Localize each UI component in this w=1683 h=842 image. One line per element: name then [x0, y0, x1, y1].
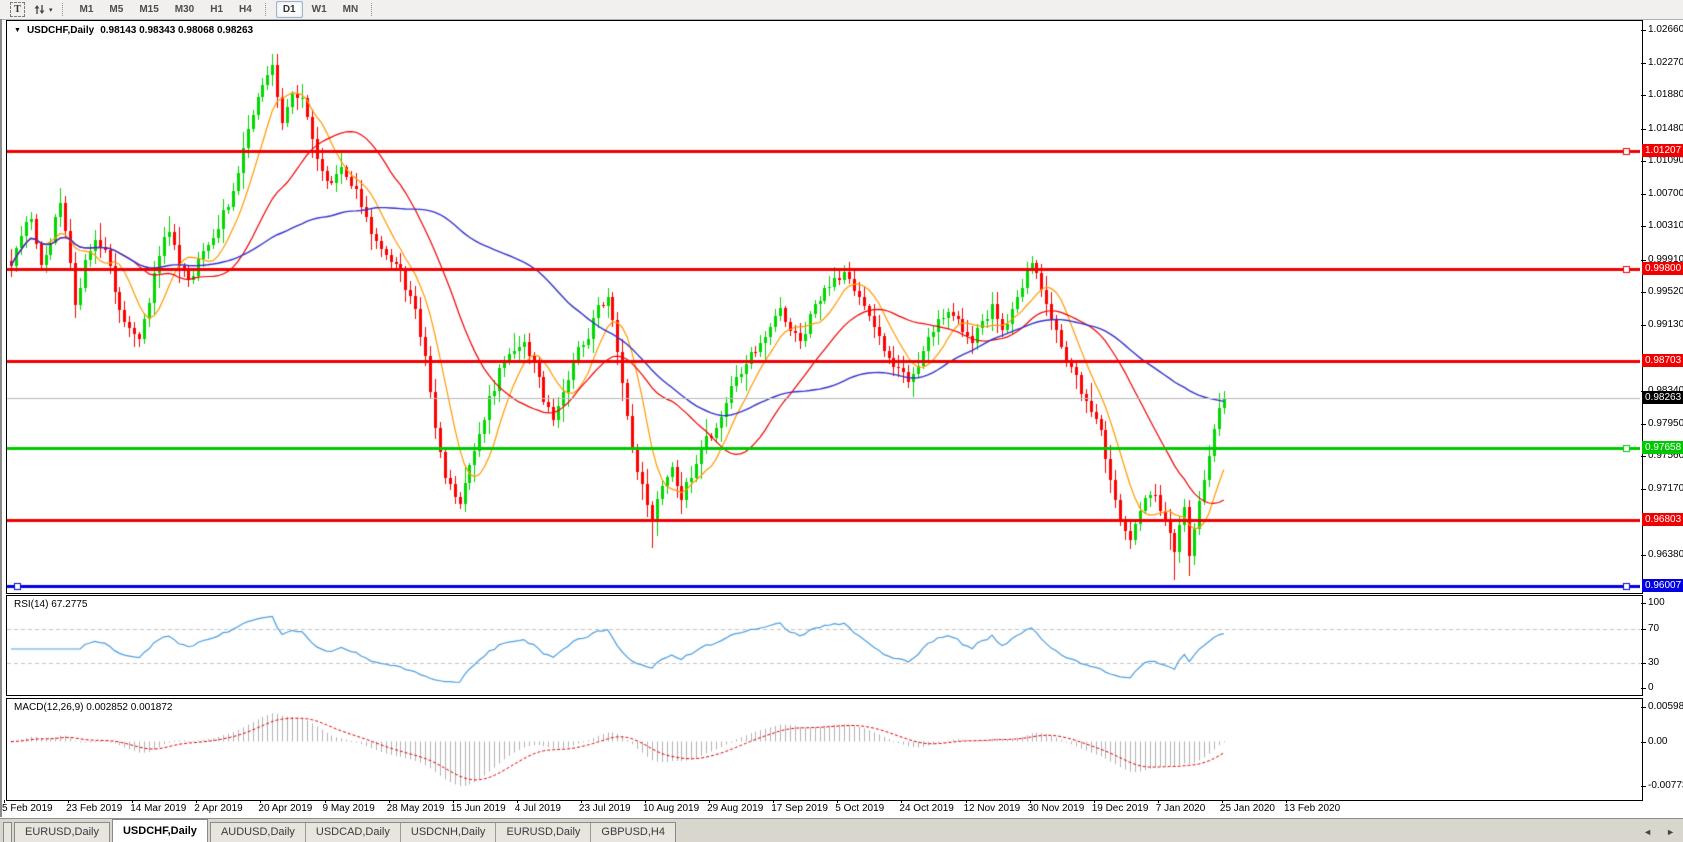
- date-tick-mark: [4, 800, 5, 803]
- timeframe-button-h4[interactable]: H4: [232, 1, 259, 18]
- arrows-tool-button[interactable]: ▾: [29, 1, 57, 18]
- text-tool-icon: T: [10, 2, 25, 17]
- date-tick-label: 2 Apr 2019: [194, 803, 243, 814]
- tab-group: USDCHF,Daily: [111, 819, 208, 842]
- macd-tick-label: -0.007733: [1648, 780, 1683, 791]
- date-tick-label: 17 Sep 2019: [771, 803, 828, 814]
- price-flag-0.98703[interactable]: 0.98703: [1642, 354, 1683, 367]
- price-flag-0.99800[interactable]: 0.99800: [1642, 262, 1683, 275]
- timeframe-button-m5[interactable]: M5: [102, 1, 130, 18]
- window-left-edge: [0, 19, 2, 817]
- chart-ohlc-values: 0.98143 0.98343 0.98068 0.98263: [100, 25, 254, 36]
- timeframe-button-m30[interactable]: M30: [168, 1, 201, 18]
- chart-title: ▼ USDCHF,Daily 0.98143 0.98343 0.98068 0…: [14, 25, 253, 36]
- timeframe-button-mn[interactable]: MN: [336, 1, 366, 18]
- chart-tab-bar: EURUSD,Daily USDCHF,Daily AUDUSD,Daily USDC…: [0, 818, 1683, 842]
- date-tick-label: 4 Jul 2019: [514, 803, 561, 814]
- price-tick-label: 1.01880: [1648, 89, 1683, 100]
- price-tick-label: 1.00310: [1648, 220, 1683, 231]
- macd-panel: MACD(12,26,9) 0.002852 0.001872: [6, 698, 1643, 801]
- price-tick-label: 0.99520: [1648, 286, 1683, 297]
- timeframe-button-w1[interactable]: W1: [305, 1, 334, 18]
- price-tick-label: 0.96380: [1648, 549, 1683, 560]
- rsi-tick-label: 30: [1648, 657, 1660, 668]
- price-flag-0.97658[interactable]: 0.97658: [1642, 441, 1683, 454]
- macd-tick-label: 0.005986: [1648, 701, 1683, 712]
- timeframe-buttons: M1 M5 M15 M30 H1 H4 D1 W1 MN: [72, 0, 382, 19]
- text-tool-button[interactable]: T: [6, 1, 29, 18]
- price-chart-canvas[interactable]: [7, 21, 1640, 591]
- date-tick-label: 19 Dec 2019: [1091, 803, 1149, 814]
- date-tick-label: 29 Aug 2019: [707, 803, 764, 814]
- date-tick-label: 5 Feb 2019: [2, 803, 53, 814]
- tab-scroll-right-icon[interactable]: ►: [1666, 827, 1675, 837]
- chart-tab-usdcad-daily[interactable]: USDCAD,Daily: [304, 823, 400, 842]
- date-tick-label: 5 Oct 2019: [835, 803, 885, 814]
- date-tick-label: 30 Nov 2019: [1027, 803, 1085, 814]
- timeframe-button-h1[interactable]: H1: [203, 1, 230, 18]
- chevron-down-icon: ▾: [49, 6, 53, 14]
- chart-tab-eurusd-daily[interactable]: EURUSD,Daily: [15, 823, 109, 842]
- chart-tab-gbpusd-h4[interactable]: GBPUSD,H4: [590, 823, 675, 842]
- toolbar-separator: [61, 3, 67, 16]
- price-tick-label: 1.01480: [1648, 123, 1683, 134]
- date-tick-label: 7 Jan 2020: [1155, 803, 1206, 814]
- rsi-tick-label: 0: [1648, 682, 1654, 693]
- arrows-icon: [34, 5, 45, 14]
- date-tick-label: 25 Jan 2020: [1219, 803, 1275, 814]
- price-tick-label: 1.00700: [1648, 188, 1683, 199]
- date-tick-label: 28 May 2019: [386, 803, 445, 814]
- symbol-menu-arrow-icon[interactable]: ▼: [14, 27, 21, 34]
- date-tick-label: 23 Feb 2019: [66, 803, 123, 814]
- price-tick-label: 1.02270: [1648, 57, 1683, 68]
- date-tick-label: 12 Nov 2019: [963, 803, 1021, 814]
- price-flag-0.98263: 0.98263: [1642, 391, 1683, 404]
- date-tick-label: 15 Jun 2019: [450, 803, 506, 814]
- price-flag-1.01207[interactable]: 1.01207: [1642, 144, 1683, 157]
- price-tick-label: 0.97950: [1648, 418, 1683, 429]
- rsi-canvas[interactable]: [7, 596, 1640, 693]
- chart-tab-eurusd-daily[interactable]: EURUSD,Daily: [495, 823, 590, 842]
- rsi-tick-label: 70: [1648, 623, 1660, 634]
- date-tick-label: 9 May 2019: [322, 803, 375, 814]
- main-chart-panel: ▼ USDCHF,Daily 0.98143 0.98343 0.98068 0…: [6, 20, 1643, 594]
- toolbar-separator: [264, 3, 270, 16]
- tabbar-edge-stub: [3, 822, 12, 842]
- tab-group: EURUSD,Daily: [14, 822, 110, 842]
- price-flag-0.96803[interactable]: 0.96803: [1642, 513, 1683, 526]
- toolbar-separator: [371, 3, 376, 16]
- timeframe-button-m15[interactable]: M15: [132, 1, 165, 18]
- price-flag-0.96007[interactable]: 0.96007: [1642, 579, 1683, 592]
- chart-tab-audusd-daily[interactable]: AUDUSD,Daily: [211, 823, 305, 842]
- tab-group: AUDUSD,Daily USDCAD,Daily USDCNH,Daily EURU…: [209, 822, 676, 842]
- price-tick-label: 0.99130: [1648, 319, 1683, 330]
- rsi-tick-label: 100: [1648, 597, 1665, 608]
- price-tick-label: 1.02660: [1648, 24, 1683, 35]
- rsi-label: RSI(14) 67.2775: [14, 599, 88, 610]
- tab-scroll-left-icon[interactable]: ◄: [1643, 827, 1652, 837]
- date-tick-label: 13 Feb 2020: [1284, 803, 1341, 814]
- chart-symbol-label: USDCHF,Daily: [26, 25, 95, 36]
- macd-canvas[interactable]: [7, 699, 1640, 798]
- toolbar: T ▾ M1 M5 M15 M30 H1 H4 D1 W1 MN: [0, 0, 1683, 20]
- date-tick-label: 10 Aug 2019: [643, 803, 700, 814]
- date-tick-label: 20 Apr 2019: [258, 803, 313, 814]
- date-tick-label: 14 Mar 2019: [130, 803, 187, 814]
- tab-scroll-arrows: ◄ ►: [1643, 827, 1675, 837]
- timeframe-button-m1[interactable]: M1: [73, 1, 101, 18]
- rsi-panel: RSI(14) 67.2775: [6, 595, 1643, 696]
- chart-tab-usdchf-daily[interactable]: USDCHF,Daily: [113, 820, 207, 842]
- date-tick-label: 23 Jul 2019: [578, 803, 631, 814]
- macd-label: MACD(12,26,9) 0.002852 0.001872: [14, 702, 173, 713]
- date-tick-label: 24 Oct 2019: [899, 803, 954, 814]
- chart-tab-usdcnh-daily[interactable]: USDCNH,Daily: [399, 823, 496, 842]
- timeframe-button-d1[interactable]: D1: [275, 1, 303, 18]
- macd-tick-label: 0.00: [1648, 736, 1668, 747]
- price-tick-label: 0.97170: [1648, 483, 1683, 494]
